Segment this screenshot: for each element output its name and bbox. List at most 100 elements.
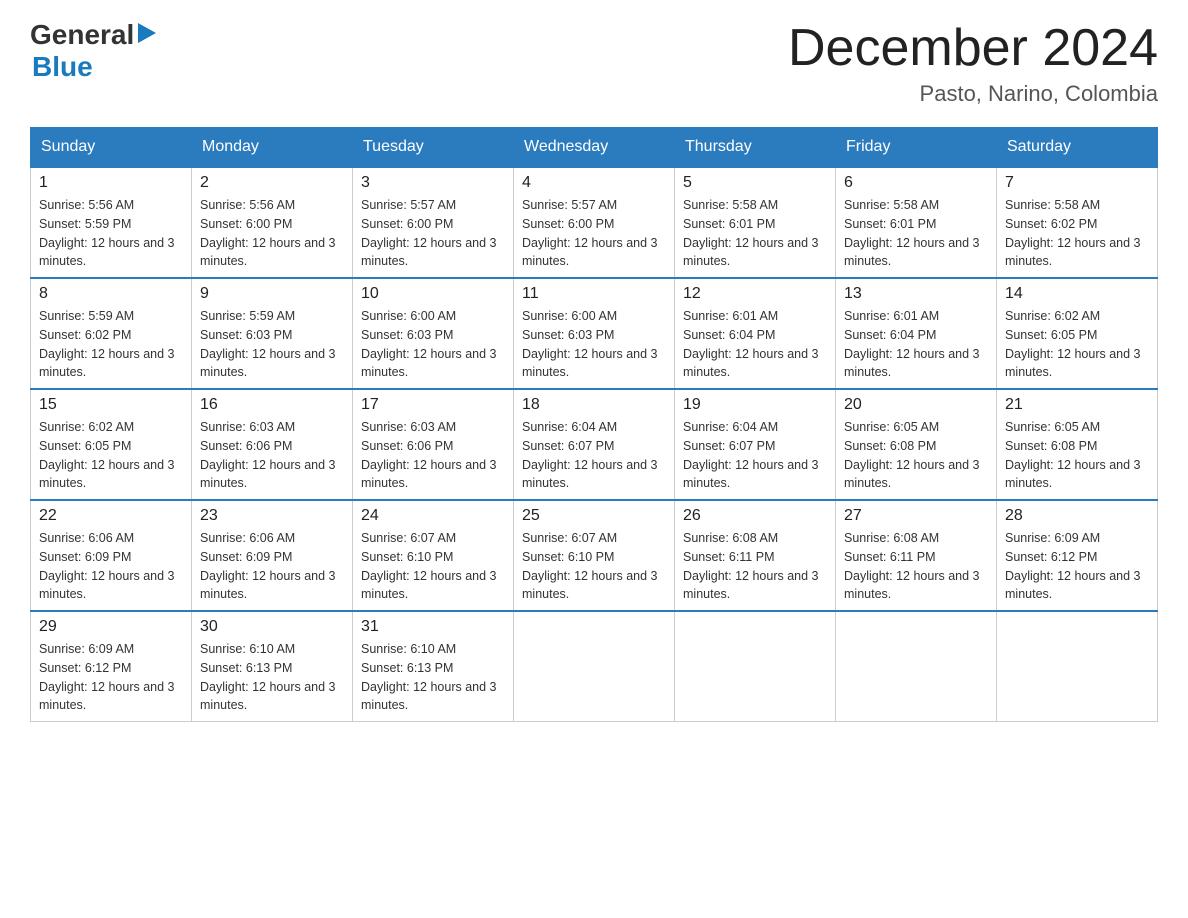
calendar-cell: 15 Sunrise: 6:02 AM Sunset: 6:05 PM Dayl… — [31, 389, 192, 500]
calendar-cell: 29 Sunrise: 6:09 AM Sunset: 6:12 PM Dayl… — [31, 611, 192, 722]
day-number: 28 — [1005, 507, 1149, 525]
sunset-label: Sunset: 6:03 PM — [361, 328, 453, 342]
calendar-cell: 10 Sunrise: 6:00 AM Sunset: 6:03 PM Dayl… — [353, 278, 514, 389]
daylight-label: Daylight: 12 hours and 3 minutes. — [1005, 458, 1141, 491]
daylight-label: Daylight: 12 hours and 3 minutes. — [200, 680, 336, 713]
day-number: 23 — [200, 507, 344, 525]
header-saturday: Saturday — [997, 128, 1158, 168]
calendar-cell: 27 Sunrise: 6:08 AM Sunset: 6:11 PM Dayl… — [836, 500, 997, 611]
day-number: 25 — [522, 507, 666, 525]
sunset-label: Sunset: 6:06 PM — [361, 439, 453, 453]
day-info: Sunrise: 6:10 AM Sunset: 6:13 PM Dayligh… — [200, 640, 344, 715]
day-info: Sunrise: 6:03 AM Sunset: 6:06 PM Dayligh… — [200, 418, 344, 493]
sunset-label: Sunset: 6:09 PM — [39, 550, 131, 564]
header-friday: Friday — [836, 128, 997, 168]
sunset-label: Sunset: 6:01 PM — [844, 217, 936, 231]
day-number: 17 — [361, 396, 505, 414]
sunset-label: Sunset: 6:01 PM — [683, 217, 775, 231]
daylight-label: Daylight: 12 hours and 3 minutes. — [522, 569, 658, 602]
calendar-cell — [675, 611, 836, 722]
day-info: Sunrise: 6:06 AM Sunset: 6:09 PM Dayligh… — [39, 529, 183, 604]
month-title: December 2024 — [788, 20, 1158, 77]
sunrise-label: Sunrise: 6:07 AM — [522, 531, 617, 545]
header-monday: Monday — [192, 128, 353, 168]
calendar-cell: 5 Sunrise: 5:58 AM Sunset: 6:01 PM Dayli… — [675, 167, 836, 278]
daylight-label: Daylight: 12 hours and 3 minutes. — [200, 458, 336, 491]
calendar-cell: 23 Sunrise: 6:06 AM Sunset: 6:09 PM Dayl… — [192, 500, 353, 611]
week-row-5: 29 Sunrise: 6:09 AM Sunset: 6:12 PM Dayl… — [31, 611, 1158, 722]
calendar-cell: 21 Sunrise: 6:05 AM Sunset: 6:08 PM Dayl… — [997, 389, 1158, 500]
sunrise-label: Sunrise: 6:05 AM — [1005, 420, 1100, 434]
day-info: Sunrise: 6:07 AM Sunset: 6:10 PM Dayligh… — [361, 529, 505, 604]
day-info: Sunrise: 5:58 AM Sunset: 6:02 PM Dayligh… — [1005, 196, 1149, 271]
day-number: 7 — [1005, 174, 1149, 192]
daylight-label: Daylight: 12 hours and 3 minutes. — [522, 236, 658, 269]
day-info: Sunrise: 5:59 AM Sunset: 6:02 PM Dayligh… — [39, 307, 183, 382]
daylight-label: Daylight: 12 hours and 3 minutes. — [200, 347, 336, 380]
sunrise-label: Sunrise: 6:08 AM — [844, 531, 939, 545]
daylight-label: Daylight: 12 hours and 3 minutes. — [844, 569, 980, 602]
sunrise-label: Sunrise: 5:56 AM — [39, 198, 134, 212]
sunrise-label: Sunrise: 5:57 AM — [361, 198, 456, 212]
day-number: 6 — [844, 174, 988, 192]
sunrise-label: Sunrise: 6:00 AM — [361, 309, 456, 323]
calendar-cell: 12 Sunrise: 6:01 AM Sunset: 6:04 PM Dayl… — [675, 278, 836, 389]
sunset-label: Sunset: 6:10 PM — [522, 550, 614, 564]
day-info: Sunrise: 6:07 AM Sunset: 6:10 PM Dayligh… — [522, 529, 666, 604]
day-info: Sunrise: 6:05 AM Sunset: 6:08 PM Dayligh… — [1005, 418, 1149, 493]
daylight-label: Daylight: 12 hours and 3 minutes. — [200, 236, 336, 269]
daylight-label: Daylight: 12 hours and 3 minutes. — [361, 236, 497, 269]
calendar-cell: 16 Sunrise: 6:03 AM Sunset: 6:06 PM Dayl… — [192, 389, 353, 500]
daylight-label: Daylight: 12 hours and 3 minutes. — [683, 458, 819, 491]
calendar-cell: 8 Sunrise: 5:59 AM Sunset: 6:02 PM Dayli… — [31, 278, 192, 389]
day-info: Sunrise: 6:08 AM Sunset: 6:11 PM Dayligh… — [844, 529, 988, 604]
sunset-label: Sunset: 6:12 PM — [39, 661, 131, 675]
calendar-cell: 26 Sunrise: 6:08 AM Sunset: 6:11 PM Dayl… — [675, 500, 836, 611]
sunset-label: Sunset: 5:59 PM — [39, 217, 131, 231]
day-info: Sunrise: 5:59 AM Sunset: 6:03 PM Dayligh… — [200, 307, 344, 382]
daylight-label: Daylight: 12 hours and 3 minutes. — [39, 680, 175, 713]
sunset-label: Sunset: 6:08 PM — [844, 439, 936, 453]
sunset-label: Sunset: 6:09 PM — [200, 550, 292, 564]
sunrise-label: Sunrise: 5:57 AM — [522, 198, 617, 212]
page-header: General Blue December 2024 Pasto, Narino… — [30, 20, 1158, 107]
calendar-cell: 3 Sunrise: 5:57 AM Sunset: 6:00 PM Dayli… — [353, 167, 514, 278]
calendar-cell: 17 Sunrise: 6:03 AM Sunset: 6:06 PM Dayl… — [353, 389, 514, 500]
sunrise-label: Sunrise: 6:01 AM — [844, 309, 939, 323]
sunrise-label: Sunrise: 6:10 AM — [361, 642, 456, 656]
location-subtitle: Pasto, Narino, Colombia — [788, 81, 1158, 107]
sunrise-label: Sunrise: 6:02 AM — [39, 420, 134, 434]
daylight-label: Daylight: 12 hours and 3 minutes. — [361, 569, 497, 602]
calendar-table: Sunday Monday Tuesday Wednesday Thursday… — [30, 127, 1158, 722]
calendar-cell — [997, 611, 1158, 722]
daylight-label: Daylight: 12 hours and 3 minutes. — [200, 569, 336, 602]
calendar-cell: 28 Sunrise: 6:09 AM Sunset: 6:12 PM Dayl… — [997, 500, 1158, 611]
calendar-cell: 19 Sunrise: 6:04 AM Sunset: 6:07 PM Dayl… — [675, 389, 836, 500]
day-info: Sunrise: 6:01 AM Sunset: 6:04 PM Dayligh… — [683, 307, 827, 382]
day-number: 11 — [522, 285, 666, 303]
week-row-1: 1 Sunrise: 5:56 AM Sunset: 5:59 PM Dayli… — [31, 167, 1158, 278]
sunset-label: Sunset: 6:11 PM — [683, 550, 775, 564]
header-thursday: Thursday — [675, 128, 836, 168]
daylight-label: Daylight: 12 hours and 3 minutes. — [39, 458, 175, 491]
day-number: 4 — [522, 174, 666, 192]
sunrise-label: Sunrise: 5:58 AM — [683, 198, 778, 212]
day-number: 22 — [39, 507, 183, 525]
title-block: December 2024 Pasto, Narino, Colombia — [788, 20, 1158, 107]
days-header-row: Sunday Monday Tuesday Wednesday Thursday… — [31, 128, 1158, 168]
sunset-label: Sunset: 6:11 PM — [844, 550, 936, 564]
sunrise-label: Sunrise: 5:58 AM — [1005, 198, 1100, 212]
header-wednesday: Wednesday — [514, 128, 675, 168]
calendar-cell — [514, 611, 675, 722]
daylight-label: Daylight: 12 hours and 3 minutes. — [683, 569, 819, 602]
sunrise-label: Sunrise: 6:00 AM — [522, 309, 617, 323]
day-number: 12 — [683, 285, 827, 303]
sunrise-label: Sunrise: 5:58 AM — [844, 198, 939, 212]
sunset-label: Sunset: 6:13 PM — [361, 661, 453, 675]
calendar-cell — [836, 611, 997, 722]
day-number: 20 — [844, 396, 988, 414]
sunset-label: Sunset: 6:07 PM — [683, 439, 775, 453]
week-row-4: 22 Sunrise: 6:06 AM Sunset: 6:09 PM Dayl… — [31, 500, 1158, 611]
daylight-label: Daylight: 12 hours and 3 minutes. — [1005, 347, 1141, 380]
day-number: 26 — [683, 507, 827, 525]
